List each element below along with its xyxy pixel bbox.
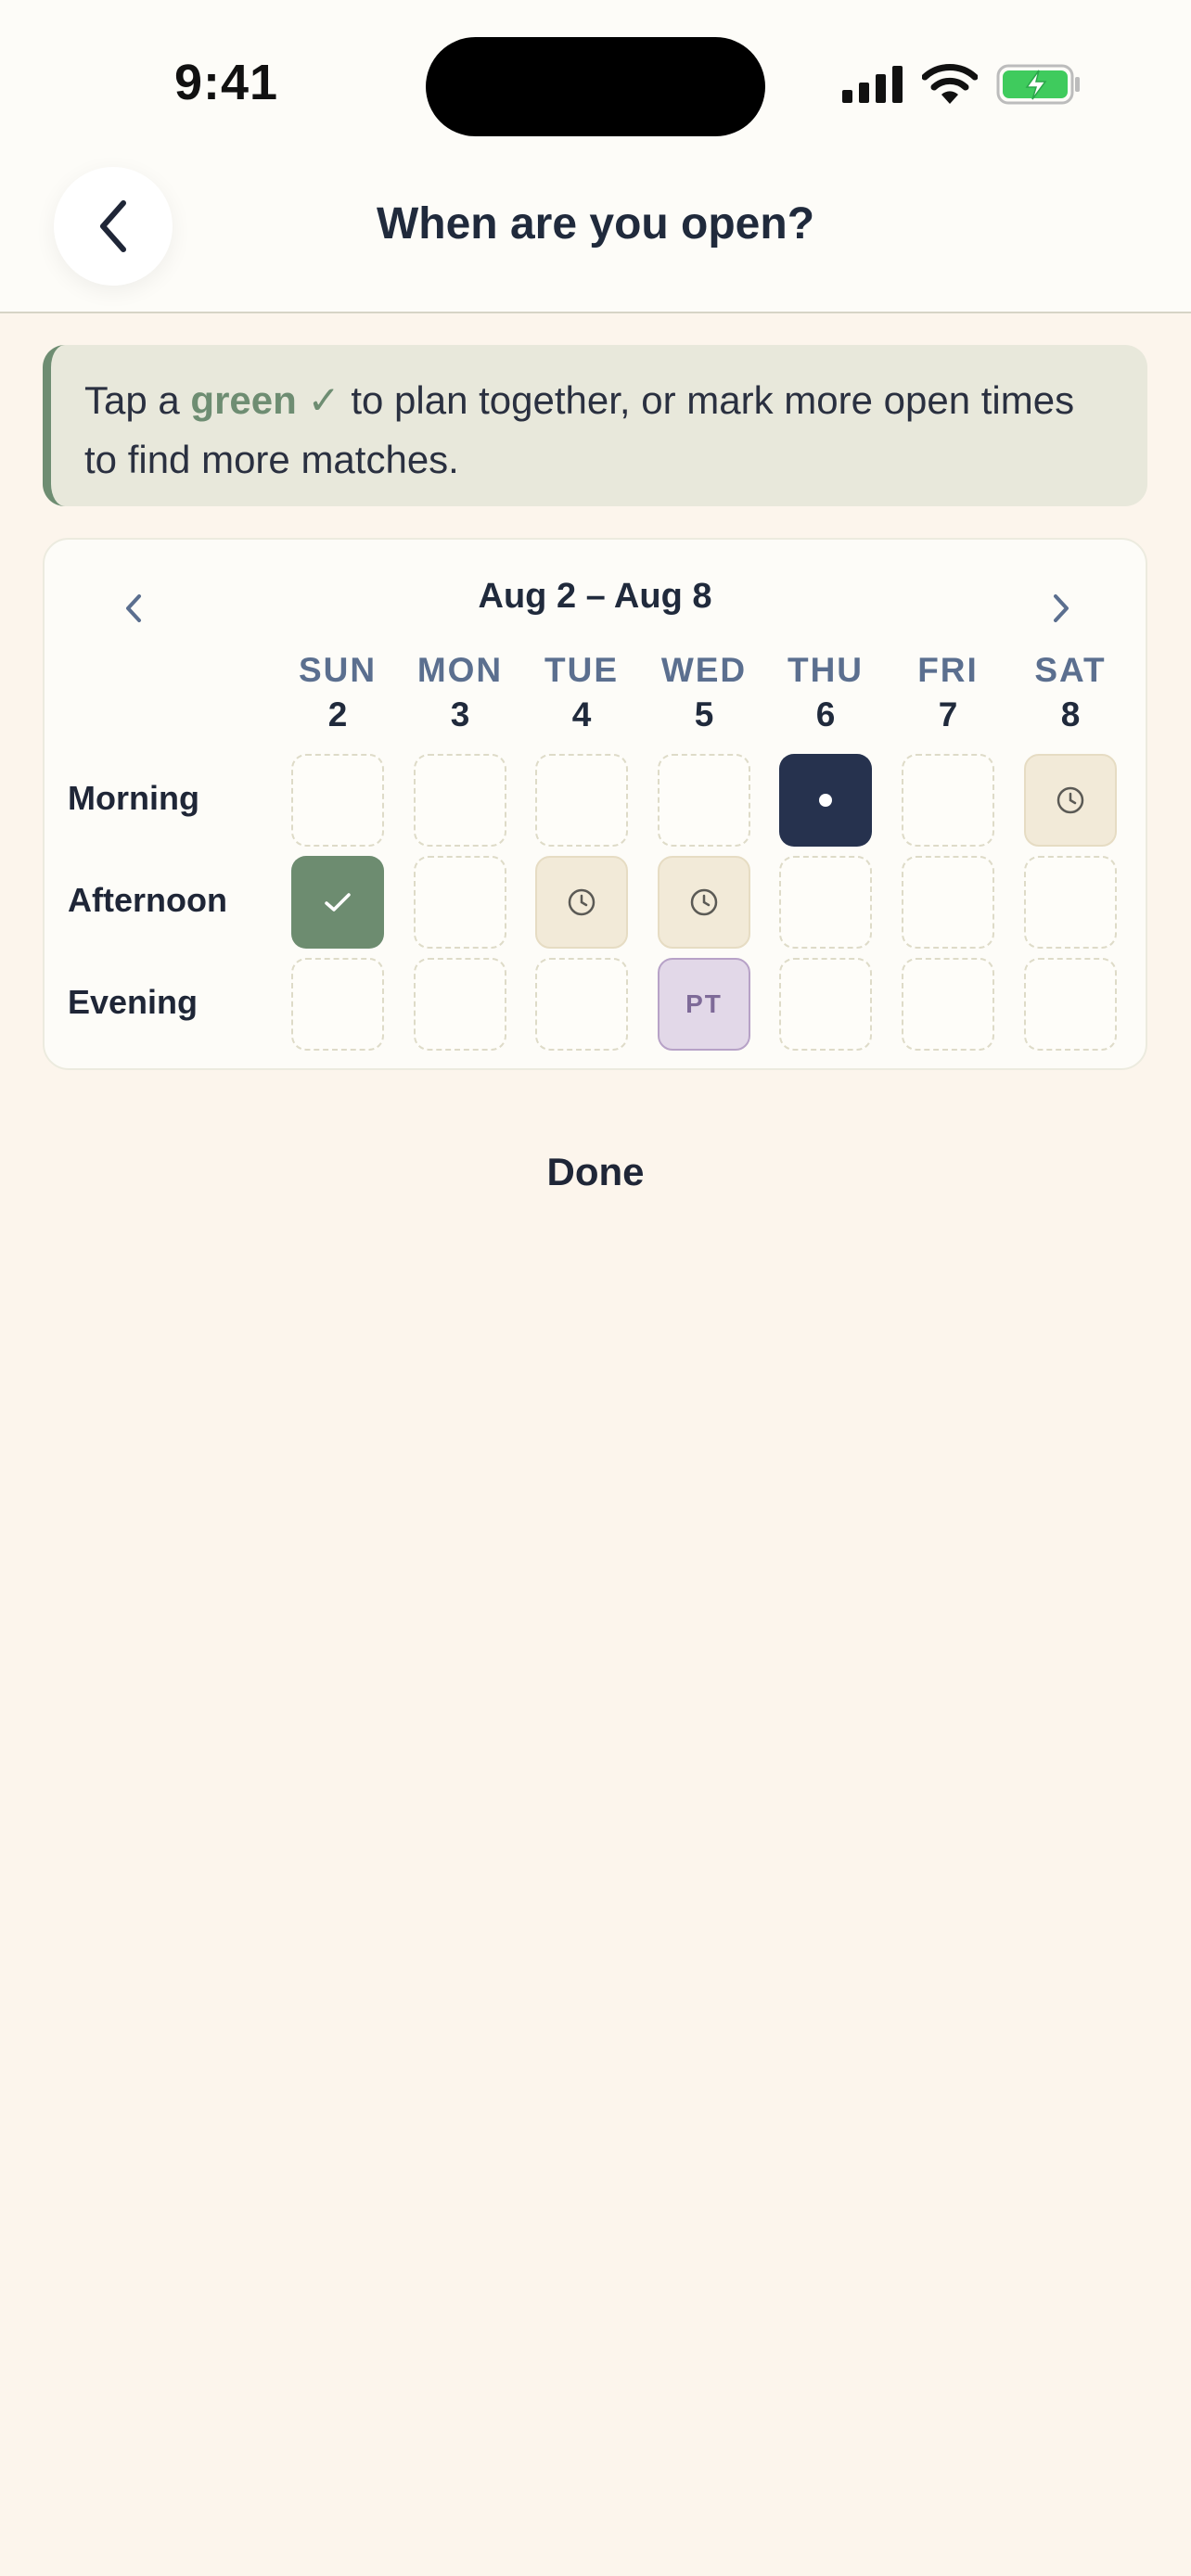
slot-wed-evening[interactable]: PT [658,958,750,1051]
status-icons [842,61,1082,108]
day-header: SUN 2 [298,651,378,733]
day-header: THU 6 [787,651,864,733]
friend-initials: PT [685,989,723,1018]
row-label-evening: Evening [68,983,198,1021]
dot-icon [819,794,832,807]
battery-charging-icon [996,64,1080,105]
check-icon [325,893,351,912]
slot-thu-morning[interactable] [779,754,872,847]
cellular-signal-icon [842,66,903,103]
day-header: FRI 7 [917,651,979,733]
day-header: SAT 8 [1034,651,1107,733]
chevron-right-icon [1054,594,1069,622]
dynamic-island [426,37,765,136]
chevron-left-icon [126,594,141,622]
next-week-button[interactable] [1033,580,1089,636]
slot-tue-evening[interactable] [535,958,628,1051]
slot-sun-evening[interactable] [291,958,384,1051]
slot-sat-morning[interactable] [1024,754,1117,847]
slot-sun-afternoon[interactable] [291,856,384,949]
slot-wed-afternoon[interactable] [658,856,750,949]
page-title: When are you open? [376,199,815,249]
availability-calendar: Aug 2 – Aug 8 SUN 2 MON 3 TUE 4 WED 5 THU 6 F… [43,538,1147,1070]
instruction-banner: Tap a green ✓ to plan together, or mark … [43,345,1147,506]
week-range: Aug 2 – Aug 8 [478,577,712,616]
wifi-icon [922,64,978,104]
slot-wed-morning[interactable] [658,754,750,847]
slot-sat-evening[interactable] [1024,958,1117,1051]
tip-check-icon: ✓ [307,378,340,422]
slot-tue-morning[interactable] [535,754,628,847]
previous-week-button[interactable] [106,580,161,636]
tip-prefix: Tap a [84,378,191,422]
clock-icon [690,888,718,916]
slot-mon-afternoon[interactable] [414,856,506,949]
clock-icon [1057,786,1084,814]
row-label-morning: Morning [68,779,199,817]
slot-sat-afternoon[interactable] [1024,856,1117,949]
slot-fri-afternoon[interactable] [902,856,994,949]
slot-mon-evening[interactable] [414,958,506,1051]
row-label-afternoon: Afternoon [68,881,227,919]
slot-tue-afternoon[interactable] [535,856,628,949]
slot-fri-evening[interactable] [902,958,994,1051]
day-header: MON 3 [416,651,504,733]
day-header: WED 5 [660,651,748,733]
slot-mon-morning[interactable] [414,754,506,847]
done-button[interactable]: Done [0,1150,1191,1194]
day-header: TUE 4 [544,651,619,733]
slot-fri-morning[interactable] [902,754,994,847]
tip-green-word: green [190,378,297,422]
clock-icon [568,888,596,916]
slot-thu-afternoon[interactable] [779,856,872,949]
slot-sun-morning[interactable] [291,754,384,847]
slot-thu-evening[interactable] [779,958,872,1051]
status-time: 9:41 [174,55,279,110]
